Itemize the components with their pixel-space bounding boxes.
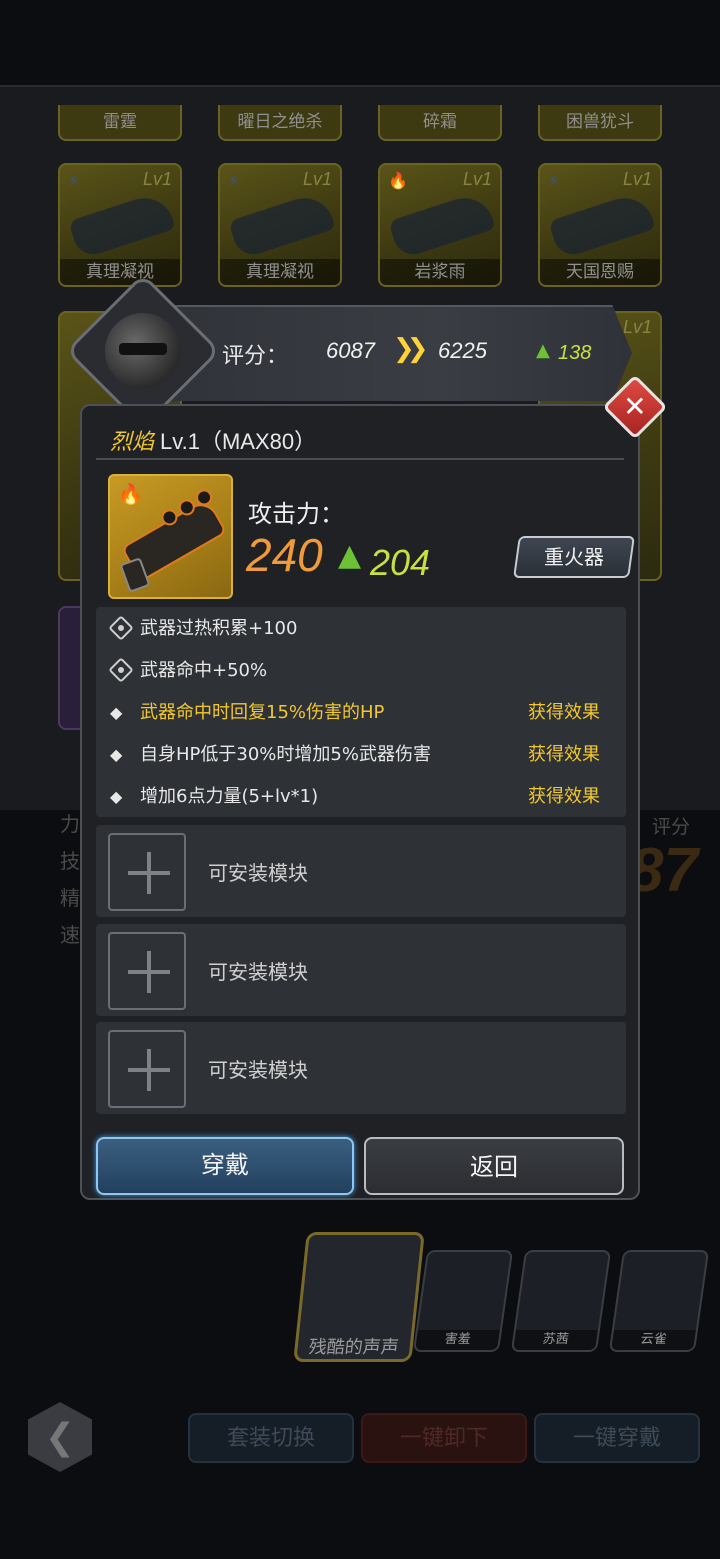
score-delta: 138 xyxy=(558,342,592,364)
weapon-level: Lv1 xyxy=(142,169,172,189)
score-new: 6225 xyxy=(438,338,487,363)
weapon-type-badge: 重火器 xyxy=(513,536,635,578)
diamond-icon: ◆ xyxy=(110,703,123,722)
weapon-card-top-1[interactable]: 雷霆 xyxy=(58,105,182,141)
back-button[interactable]: ❮ xyxy=(28,1402,92,1472)
stat-strength: 力 xyxy=(60,812,80,836)
weapon-card-top-3[interactable]: 碎霜 xyxy=(378,105,502,141)
attribute-row: 武器过热积累+100 xyxy=(108,614,610,644)
attribute-text: 武器命中+50% xyxy=(140,660,268,681)
weapon-name: 曜日之绝杀 xyxy=(237,112,323,132)
weapon-image xyxy=(388,190,496,260)
close-icon: ✕ xyxy=(623,390,647,423)
weapon-name: 烈焰 xyxy=(110,430,155,455)
weapon-card[interactable]: ⚡ Lv1 真理凝视 xyxy=(218,163,342,287)
weapon-name: 碎霜 xyxy=(423,112,457,132)
weapon-image xyxy=(228,190,336,260)
weapon-name: 真理凝视 xyxy=(220,259,340,285)
weapon-card-top-4[interactable]: 困兽犹斗 xyxy=(538,105,662,141)
set-switch-button[interactable]: 套装切换 xyxy=(188,1413,354,1463)
weapon-level: Lv1 xyxy=(462,169,492,189)
diamond-icon: ◆ xyxy=(110,787,123,806)
plus-icon[interactable] xyxy=(108,1030,186,1108)
character-card[interactable]: 苏茜 xyxy=(510,1250,612,1352)
score-label: 评分： xyxy=(222,344,289,369)
attribute-row: ◆ 自身HP低于30%时增加5%武器伤害 获得效果 xyxy=(110,740,610,770)
weapon-level: Lv1 xyxy=(302,169,332,189)
module-slot-label: 可安装模块 xyxy=(208,960,308,984)
character-name: 苏茜 xyxy=(513,1330,598,1350)
module-slot-label: 可安装模块 xyxy=(208,1058,308,1082)
module-slot-label: 可安装模块 xyxy=(208,861,308,885)
attack-increase: 204 xyxy=(370,542,431,583)
equip-button[interactable]: 穿戴 xyxy=(96,1137,354,1195)
weapon-type: 重火器 xyxy=(544,545,604,569)
fire-icon: 🔥 xyxy=(118,482,143,506)
weapon-name: 天国恩赐 xyxy=(540,259,660,285)
character-name: 云雀 xyxy=(611,1330,696,1350)
equip-all-button[interactable]: 一键穿戴 xyxy=(534,1413,700,1463)
weapon-name: 雷霆 xyxy=(103,112,137,132)
weapon-name: 困兽犹斗 xyxy=(566,112,634,132)
module-slot[interactable]: 可安装模块 xyxy=(96,1022,626,1114)
weapon-level: Lv1 xyxy=(622,317,652,337)
module-slot[interactable]: 可安装模块 xyxy=(96,825,626,917)
target-icon xyxy=(108,657,134,683)
weapon-name: 岩浆雨 xyxy=(380,259,500,285)
weapon-title: 烈焰 Lv.1（MAX80） xyxy=(110,424,316,456)
effect-status: 获得效果 xyxy=(528,786,600,807)
plus-icon[interactable] xyxy=(108,932,186,1010)
character-name: 害羞 xyxy=(415,1330,500,1350)
stat-skill: 技 xyxy=(60,849,80,873)
return-button[interactable]: 返回 xyxy=(364,1137,624,1195)
weapon-card[interactable]: ⚡ Lv1 真理凝视 xyxy=(58,163,182,287)
attribute-text: 自身HP低于30%时增加5%武器伤害 xyxy=(140,744,431,765)
stat-speed: 速 xyxy=(60,923,80,947)
unequip-all-button[interactable]: 一键卸下 xyxy=(361,1413,527,1463)
fire-icon: 🔥 xyxy=(388,171,408,190)
score-current: 6087 xyxy=(326,338,375,363)
target-icon xyxy=(108,615,134,641)
arrow-up-icon: ▲ xyxy=(536,340,550,361)
module-slot[interactable]: 可安装模块 xyxy=(96,924,626,1016)
stat-spirit: 精 xyxy=(60,886,80,910)
weapon-level: Lv.1（MAX80） xyxy=(160,429,317,454)
effect-status: 获得效果 xyxy=(528,702,600,723)
weapon-card[interactable]: 🔥 Lv1 岩浆雨 xyxy=(378,163,502,287)
character-name: 残酷的声声 xyxy=(307,1337,400,1358)
arrow-up-icon: ▲ xyxy=(338,538,362,573)
weapon-level: Lv1 xyxy=(622,169,652,189)
character-card[interactable]: 害羞 xyxy=(412,1250,514,1352)
character-card[interactable]: 云雀 xyxy=(608,1250,710,1352)
helmet-icon xyxy=(105,313,181,389)
weapon-name: 真理凝视 xyxy=(60,259,180,285)
divider xyxy=(96,458,624,460)
chevron-left-icon: ❮ xyxy=(44,1416,76,1458)
weapon-image xyxy=(68,190,176,260)
weapon-image xyxy=(548,190,656,260)
effect-status: 获得效果 xyxy=(528,744,600,765)
character-stats: 力 技 精 速 xyxy=(22,806,80,954)
attribute-row: ◆ 增加6点力量(5+lv*1) 获得效果 xyxy=(110,782,610,812)
attribute-text: 武器命中时回复15%伤害的HP xyxy=(140,702,385,723)
attack-label: 攻击力： xyxy=(248,500,344,528)
plus-icon[interactable] xyxy=(108,833,186,911)
lightning-icon: ⚡ xyxy=(228,171,240,190)
lightning-icon: ⚡ xyxy=(548,171,560,190)
attribute-text: 武器过热积累+100 xyxy=(140,618,298,639)
attribute-row: ◆ 武器命中时回复15%伤害的HP 获得效果 xyxy=(110,698,610,728)
character-card-selected[interactable]: 残酷的声声 xyxy=(293,1232,425,1362)
lightning-icon: ⚡ xyxy=(68,171,80,190)
weapon-card-top-2[interactable]: 曜日之绝杀 xyxy=(218,105,342,141)
double-chevron-right-icon: ❯❯ xyxy=(393,334,428,364)
weapon-image: 🔥 xyxy=(108,474,233,599)
diamond-icon: ◆ xyxy=(110,745,123,764)
attribute-row: 武器命中+50% xyxy=(108,656,610,686)
attack-value: 240 xyxy=(246,529,323,581)
weapon-card[interactable]: ⚡ Lv1 天国恩赐 xyxy=(538,163,662,287)
attribute-text: 增加6点力量(5+lv*1) xyxy=(140,786,319,807)
